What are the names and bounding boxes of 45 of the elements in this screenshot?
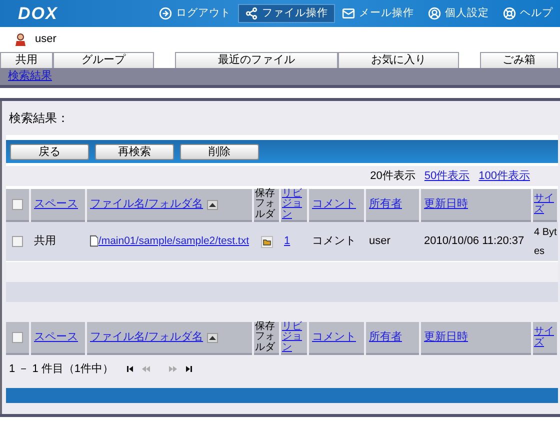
space-tab[interactable]: ごみ箱 [480,52,558,68]
table-cell: user [369,235,390,248]
action-button[interactable]: 削除 [180,144,259,160]
folder-icon[interactable] [260,236,272,248]
revision-link[interactable]: 1 [284,235,290,248]
user-icon [428,7,441,20]
nav-tab[interactable]: メール操作 [335,4,421,23]
file-link[interactable]: /main01/sample/sample2/test.txt [98,234,249,250]
table-cell: コメント [312,235,356,248]
sort-icon[interactable] [207,200,218,210]
nav-tab[interactable]: ログアウト [152,4,238,23]
table-cell-text: 4 Bytes [534,226,558,258]
checkbox[interactable] [12,199,23,210]
logo: DOX [18,5,59,22]
user-icon [15,33,26,46]
nav-tab[interactable]: 個人設定 [421,4,496,23]
breadcrumb-link[interactable]: 検索結果 [8,68,52,85]
nav-tab[interactable]: ヘルプ [496,4,560,23]
space-tab[interactable]: 共用 [0,52,53,68]
user-name: user [35,32,56,48]
file-icon [90,235,98,248]
column-header: 保存フォルダ [255,322,276,354]
space-tab[interactable]: 最近のファイル [175,52,338,68]
page-size-link[interactable]: 100件表示 [478,168,530,184]
table-cell: 共用 [34,235,56,248]
action-button[interactable]: 再検索 [95,144,174,160]
checkbox[interactable] [12,332,23,343]
first-page-icon[interactable] [126,365,133,373]
space-tab[interactable]: グループ [53,52,154,68]
space-tab[interactable]: お気に入り [338,52,459,68]
share-icon [245,7,258,20]
sort-icon[interactable] [207,332,218,342]
column-header: 保存フォルダ [255,188,276,220]
pager-text: 1 － 1 件目（1件中） [9,362,114,377]
page-title: 検索結果： [9,110,69,127]
last-page-icon[interactable] [186,365,192,373]
page-size-current: 20件表示 [370,168,416,184]
help-icon [503,7,516,20]
table-cell: 2010/10/06 11:20:37 [424,235,524,248]
mail-icon [342,7,355,20]
action-button[interactable]: 戻る [10,144,89,160]
page-size-link[interactable]: 50件表示 [424,168,470,184]
checkbox[interactable] [12,236,23,247]
nav-tab[interactable]: ファイル操作 [238,4,335,23]
logout-icon [159,7,172,20]
